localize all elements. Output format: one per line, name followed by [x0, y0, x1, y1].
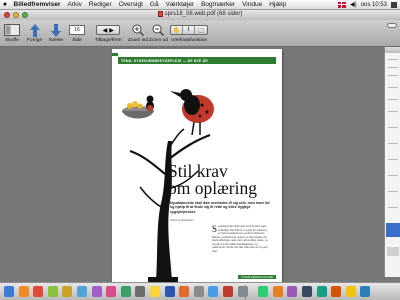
dock-app-icon[interactable] [120, 286, 131, 297]
tool-mode-control: ✋ I ⬚ Værktøjsfunktion [170, 23, 208, 43]
menu-help[interactable]: Hjælp [266, 1, 290, 8]
pdf-page: TEMA: SYGEHJEMMESYGEPLEJE — DE NYE ÅR St… [112, 49, 282, 283]
dock-app-icon[interactable] [106, 286, 117, 297]
dock-app-icon[interactable] [345, 286, 356, 297]
danish-flag-icon[interactable] [338, 1, 347, 8]
spotlight-icon[interactable] [391, 1, 397, 8]
hand-tool-icon[interactable]: ✋ [171, 26, 183, 34]
dock-app-icon[interactable] [47, 286, 58, 297]
dock-app-icon[interactable] [193, 286, 204, 297]
menu-view[interactable]: Oversigt [115, 1, 146, 8]
dock-app-icon[interactable] [4, 286, 14, 297]
body-dropcap: S [212, 224, 218, 234]
dock-app-icon[interactable] [135, 286, 146, 297]
dock-app-icon[interactable] [258, 286, 269, 297]
title-bar[interactable]: sprs18_08.web.pdf (68 sider) [0, 10, 400, 20]
dock [0, 282, 400, 300]
page-label: Side [72, 38, 82, 43]
article-byline: Tekst og illustration [170, 218, 194, 222]
page-control: 16 Side [69, 23, 85, 43]
thumbnail-item[interactable] [387, 247, 399, 256]
dock-app-icon[interactable] [316, 286, 327, 297]
background-window[interactable] [384, 47, 400, 277]
article-body: S ygeplejersker skal have tid til at lær… [212, 225, 270, 253]
toolbar: Skuffe Forrige Næste 16 Side ◀ ▶ Tilbage/… [0, 20, 400, 47]
drawer-label: Skuffe [5, 38, 19, 43]
dock-app-icon[interactable] [331, 286, 342, 297]
zoom-out-label: Zoom ud [149, 38, 168, 43]
preview-window: sprs18_08.web.pdf (68 sider) Skuffe Forr… [0, 10, 400, 283]
dock-app-icon[interactable] [33, 286, 44, 297]
text-tool-icon[interactable]: I [183, 26, 195, 34]
dock-app-icon[interactable] [208, 286, 219, 297]
dock-app-icon[interactable] [223, 286, 233, 297]
dock-app-icon[interactable] [287, 286, 298, 297]
background-window-titlebar [385, 47, 400, 53]
dock-app-icon[interactable] [272, 286, 283, 297]
headline-line-2: om oplæring [168, 178, 257, 198]
zoom-in-label: Zoom ind [128, 38, 148, 43]
menu-file[interactable]: Arkiv [64, 1, 85, 8]
arrow-up-icon [29, 23, 40, 37]
menu-tools[interactable]: Værktøjer [162, 1, 198, 8]
selected-item[interactable] [386, 223, 400, 237]
previous-label: Forrige [27, 38, 43, 43]
dock-app-icon[interactable] [164, 286, 175, 297]
dock-app-icon[interactable] [302, 286, 312, 297]
dock-app-icon[interactable] [18, 286, 29, 297]
article-lede: Nyuddannede skal ikke overlades til sig … [170, 201, 270, 214]
menu-window[interactable]: Vindue [239, 1, 266, 8]
dock-app-icon[interactable] [62, 286, 73, 297]
dock-app-icon[interactable] [179, 286, 190, 297]
next-label: Næste [49, 38, 64, 43]
page-footer: SYGEPLEJERSKEN 18.2008 [238, 275, 276, 279]
menu-bar: ● Billedfremviser Arkiv Rediger Oversigt… [0, 0, 400, 10]
pdf-document-icon [157, 11, 163, 17]
toolbar-toggle-button[interactable] [387, 23, 397, 28]
menu-app-name[interactable]: Billedfremviser [10, 1, 64, 8]
body-text: ygeplejersker skal have tid til at lære … [212, 225, 268, 253]
next-button[interactable]: Næste [49, 23, 63, 43]
tool-mode-label: Værktøjsfunktion [171, 38, 207, 43]
dock-app-icon[interactable] [237, 286, 248, 297]
dock-app-icon[interactable] [150, 286, 160, 297]
arrow-down-icon [51, 23, 62, 37]
window-title-text: sprs18_08.web.pdf (68 sider) [164, 11, 243, 17]
back-forward-label: Tilbage/frem [95, 38, 122, 43]
back-forward-icon[interactable]: ◀ ▶ [96, 25, 121, 35]
zoom-out-icon [152, 23, 165, 37]
menu-extras: ◀) ons 10:53 [338, 1, 400, 8]
dock-app-icon[interactable] [91, 286, 102, 297]
drawer-icon [4, 23, 20, 37]
previous-button[interactable]: Forrige [27, 23, 42, 43]
menu-go[interactable]: Gå [146, 1, 162, 8]
dock-app-icon[interactable] [360, 286, 371, 297]
article-headline: Stil krav om oplæring [168, 162, 257, 198]
page-number-field[interactable]: 16 [69, 25, 85, 35]
dock-app-icon[interactable] [77, 286, 87, 297]
document-view[interactable]: TEMA: SYGEHJEMMESYGEPLEJE — DE NYE ÅR St… [0, 47, 400, 283]
tool-mode-icon[interactable]: ✋ I ⬚ [170, 25, 208, 35]
menu-edit[interactable]: Rediger [85, 1, 115, 8]
menu-bookmarks[interactable]: Bogmærker [198, 1, 239, 8]
back-forward-control[interactable]: ◀ ▶ Tilbage/frem [95, 23, 121, 43]
zoom-in-icon [132, 23, 144, 37]
zoom-out-button[interactable]: Zoom ud [149, 23, 168, 43]
window-title: sprs18_08.web.pdf (68 sider) [0, 11, 400, 17]
apple-menu-icon[interactable]: ● [0, 1, 10, 8]
drawer-button[interactable]: Skuffe [4, 23, 20, 43]
zoom-in-button[interactable]: Zoom ind [128, 23, 148, 43]
volume-icon[interactable]: ◀) [350, 1, 357, 8]
menu-clock[interactable]: ons 10:53 [361, 2, 387, 8]
select-tool-icon[interactable]: ⬚ [195, 26, 207, 34]
